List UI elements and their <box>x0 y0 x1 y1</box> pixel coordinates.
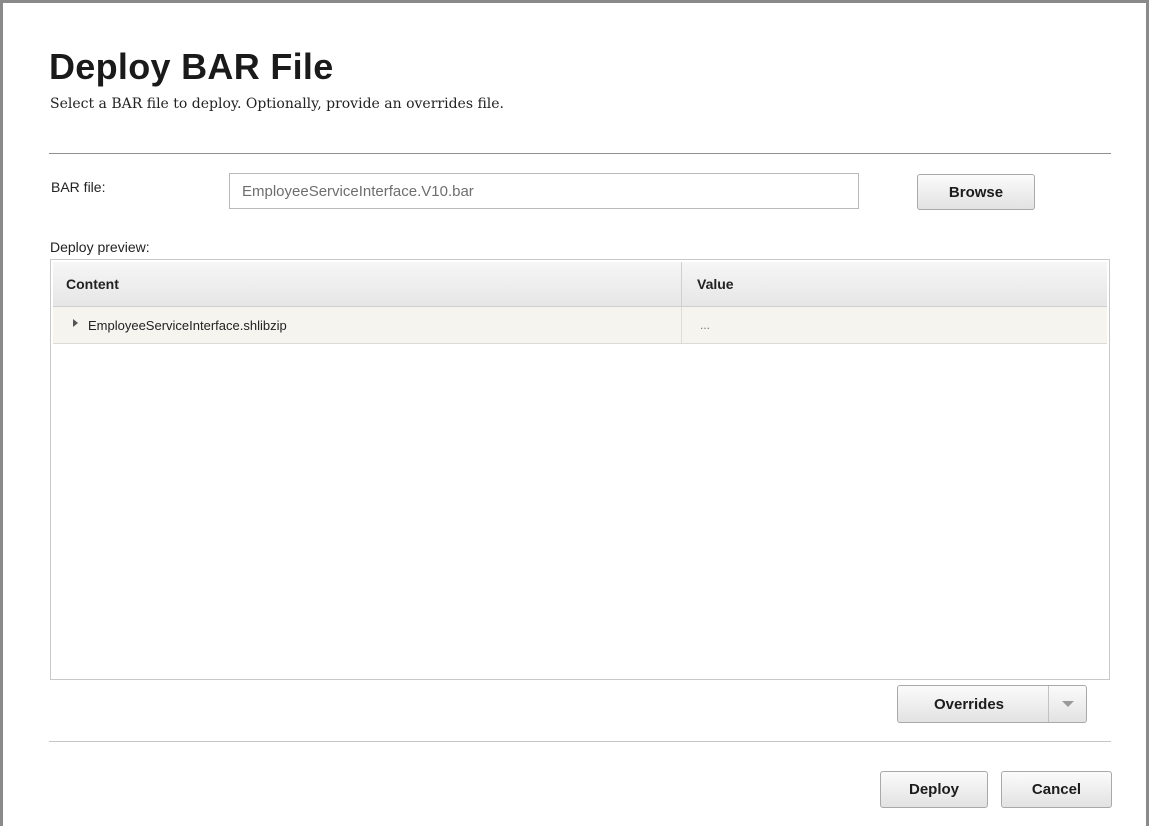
deploy-button[interactable]: Deploy <box>880 771 988 808</box>
deploy-bar-dialog: Deploy BAR File Select a BAR file to dep… <box>0 0 1149 826</box>
cancel-button[interactable]: Cancel <box>1001 771 1112 808</box>
bar-file-input[interactable] <box>229 173 859 209</box>
bar-file-label: BAR file: <box>51 179 106 195</box>
page-title: Deploy BAR File <box>49 46 334 87</box>
header-divider <box>49 153 1111 154</box>
chevron-down-icon <box>1061 701 1074 707</box>
content-cell: EmployeeServiceInterface.shlibzip <box>53 307 682 343</box>
overrides-label[interactable]: Overrides <box>898 686 1048 722</box>
footer-divider <box>49 741 1111 742</box>
grid-header: Content Value <box>53 262 1107 307</box>
value-cell: ... <box>700 318 711 332</box>
expand-arrow-icon[interactable] <box>73 319 78 327</box>
overrides-dropdown-button[interactable]: Overrides <box>897 685 1087 723</box>
deploy-preview-grid: Content Value EmployeeServiceInterface.s… <box>50 259 1110 680</box>
overrides-arrow-button[interactable] <box>1048 686 1086 722</box>
column-header-content[interactable]: Content <box>53 262 682 306</box>
browse-button[interactable]: Browse <box>917 174 1035 210</box>
deploy-preview-label: Deploy preview: <box>50 239 150 255</box>
page-subtitle: Select a BAR file to deploy. Optionally,… <box>50 96 505 112</box>
column-header-value[interactable]: Value <box>682 262 1107 306</box>
table-row[interactable]: EmployeeServiceInterface.shlibzip ... <box>53 307 1107 344</box>
content-cell-text: EmployeeServiceInterface.shlibzip <box>88 317 287 333</box>
